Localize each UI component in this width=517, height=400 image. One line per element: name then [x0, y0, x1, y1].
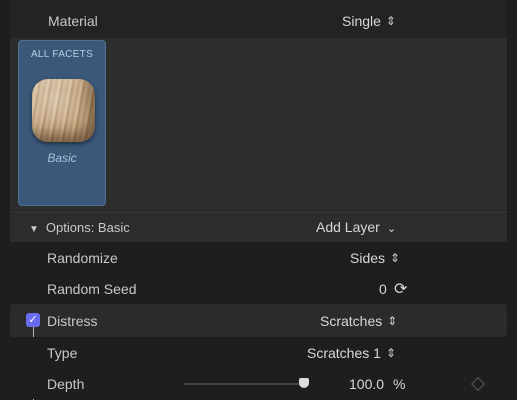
add-layer-label: Add Layer [316, 219, 380, 235]
type-value: Scratches 1 [307, 345, 381, 361]
refresh-arrows-icon[interactable]: ⟳ [394, 279, 407, 299]
options-label: Options: Basic [45, 220, 130, 235]
facet-card-all-facets[interactable]: ALL FACETS Basic [18, 40, 106, 206]
facet-tab-label: ALL FACETS [30, 49, 94, 60]
up-down-stepper-icon: ⇕ [387, 314, 398, 328]
distress-popup[interactable]: Scratches ⇕ [320, 313, 397, 329]
depth-slider-thumb[interactable] [299, 378, 309, 388]
up-down-stepper-icon: ⇕ [385, 14, 396, 28]
randomize-popup[interactable]: Sides ⇕ [350, 250, 400, 266]
type-row: Type Scratches 1 ⇕ [10, 337, 507, 368]
random-seed-label: Random Seed [47, 281, 137, 297]
distress-row: ✓ Distress Scratches ⇕ [10, 304, 507, 337]
random-seed-value[interactable]: 0 [379, 281, 387, 297]
randomize-row: Randomize Sides ⇕ [10, 242, 507, 273]
chevron-down-icon: ⌄ [386, 223, 397, 235]
up-down-stepper-icon: ⇕ [385, 346, 396, 360]
type-label: Type [47, 345, 78, 361]
up-down-stepper-icon: ⇕ [390, 251, 401, 265]
depth-value-field[interactable]: 100.0% [349, 376, 406, 392]
type-popup[interactable]: Scratches 1 ⇕ [307, 345, 396, 361]
material-type-value: Single [342, 13, 381, 29]
depth-slider[interactable] [184, 383, 309, 385]
keyframe-diamond-icon[interactable] [470, 376, 486, 392]
options-row: ▼ Options: Basic Add Layer ⌄ [10, 211, 507, 242]
material-label: Material [48, 13, 98, 29]
distress-value: Scratches [320, 313, 383, 329]
depth-row: Depth 100.0% [10, 368, 507, 399]
depth-label: Depth [47, 376, 85, 392]
material-row: Material Single ⇕ [10, 0, 507, 38]
facet-thumbnail-area: ALL FACETS Basic [10, 38, 507, 210]
triangle-down-icon: ▼ [29, 224, 39, 235]
randomize-value: Sides [350, 250, 386, 266]
options-disclosure[interactable]: ▼ Options: Basic [29, 220, 130, 235]
depth-unit: % [393, 376, 406, 392]
add-layer-button[interactable]: Add Layer ⌄ [316, 219, 396, 235]
random-seed-row: Random Seed 0 ⟳ [10, 273, 507, 304]
facet-caption: Basic [47, 151, 77, 165]
material-type-popup[interactable]: Single ⇕ [342, 13, 396, 29]
distress-label: Distress [47, 313, 98, 329]
randomize-label: Randomize [47, 250, 118, 266]
depth-value: 100.0 [349, 376, 385, 392]
material-swatch [32, 79, 95, 142]
distress-checkbox[interactable]: ✓ [26, 313, 40, 327]
